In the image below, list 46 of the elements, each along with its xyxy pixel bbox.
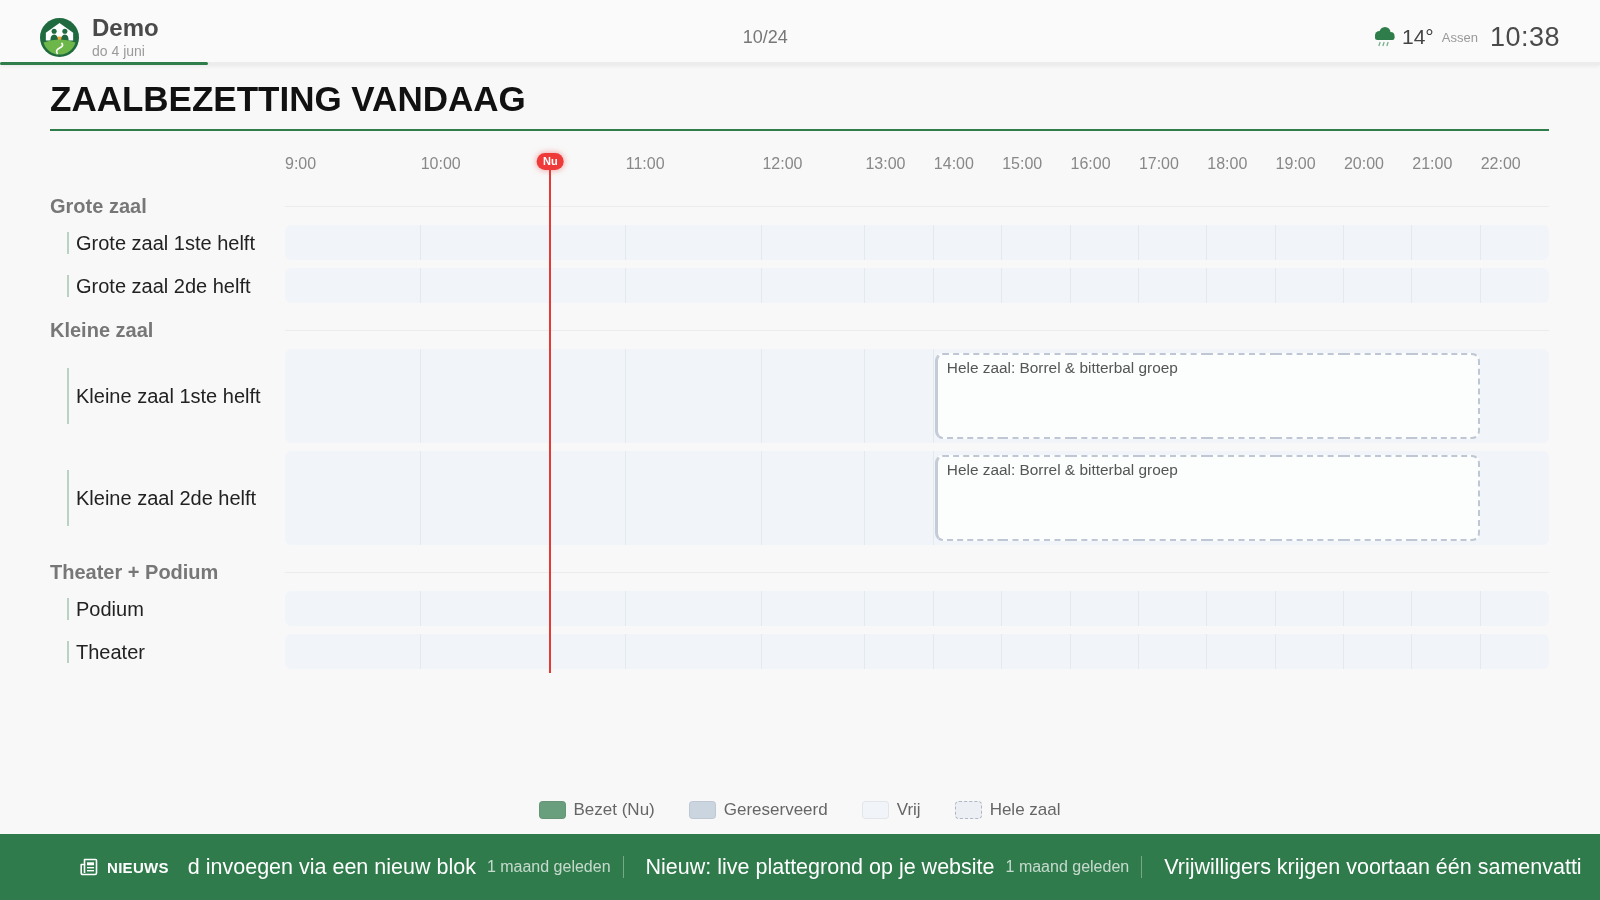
hour-label: 13:00 (865, 154, 906, 174)
group-label: Theater + Podium (50, 560, 219, 584)
booking-label: Hele zaal: Borrel & bitterbal groep (946, 359, 1178, 377)
hour-label: 15:00 (1002, 154, 1043, 174)
room-label: Podium (67, 597, 144, 620)
hour-label: 18:00 (1207, 154, 1248, 174)
legend-label: Bezet (Nu) (573, 799, 655, 821)
room-label: Grote zaal 1ste helft (67, 231, 255, 254)
location-text: Assen (1441, 29, 1478, 45)
page-heading: ZAALBEZETTING VANDAAG (50, 77, 1549, 131)
room-label: Kleine zaal 1ste helft (67, 368, 261, 424)
news-label: NIEUWS (107, 858, 169, 876)
temperature-text: 14° (1402, 25, 1434, 49)
now-tag: Nu (537, 153, 564, 170)
news-headline: Nieuw: live plattegrond op je website (645, 854, 995, 880)
news-headline: Vrijwilligers krijgen voortaan één samenvatti (1164, 854, 1582, 880)
site-name: Demo (92, 14, 159, 42)
hour-label: 22:00 (1480, 154, 1521, 174)
page-counter: 10/24 (742, 26, 788, 48)
hour-label: 10:00 (420, 154, 461, 174)
room-label: Grote zaal 2de helft (67, 274, 251, 297)
hour-label: 20:00 (1343, 154, 1384, 174)
hour-label: 16:00 (1070, 154, 1111, 174)
group-label: Grote zaal (50, 194, 147, 218)
room-label: Kleine zaal 2de helft (67, 470, 257, 526)
rain-cloud-icon (1372, 26, 1396, 48)
news-age: 1 maand geleden (486, 857, 611, 877)
newspaper-icon (80, 858, 98, 876)
logo-icon (40, 17, 79, 57)
booking-label: Hele zaal: Borrel & bitterbal groep (946, 461, 1178, 479)
hour-label: 17:00 (1138, 154, 1179, 174)
news-headline: d invoegen via een nieuw blok (187, 854, 476, 880)
hour-label: 21:00 (1412, 154, 1453, 174)
news-age: 1 maand geleden (1005, 857, 1130, 877)
hour-label: 11:00 (625, 154, 665, 174)
clock-text: 10:38 (1489, 21, 1560, 53)
legend-label: Gereserveerd (723, 799, 828, 821)
hour-label: 19:00 (1275, 154, 1316, 174)
hour-label: 9:00 (285, 154, 317, 174)
hour-label: 12:00 (762, 154, 803, 174)
legend-label: Vrij (896, 799, 921, 821)
legend-label: Hele zaal (989, 799, 1061, 821)
date-text: do 4 juni (92, 42, 146, 60)
group-label: Kleine zaal (50, 318, 154, 342)
hour-label: 14:00 (933, 154, 974, 174)
room-label: Theater (67, 640, 145, 663)
